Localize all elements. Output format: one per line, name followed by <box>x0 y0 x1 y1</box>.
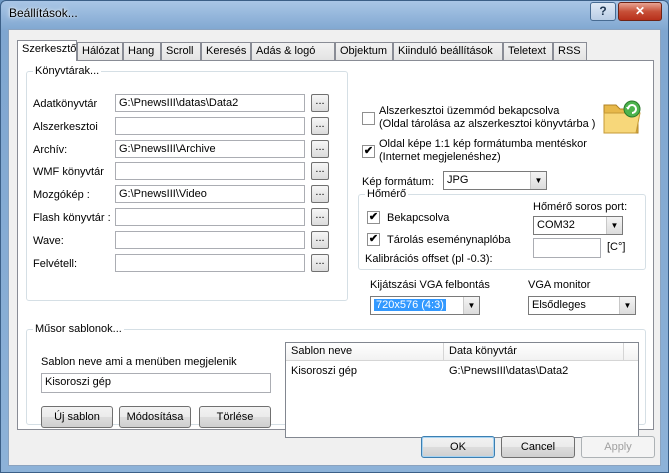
chevron-down-icon: ▼ <box>530 172 546 189</box>
wmf-dir-input[interactable] <box>115 162 305 180</box>
tab-teletext[interactable]: Teletext <box>503 42 553 60</box>
tab-szerkeszto[interactable]: Szerkesztő <box>17 40 77 61</box>
recording-dir-label: Felvétell: <box>33 258 78 270</box>
video-dir-input[interactable]: G:\PnewsIII\Video <box>115 185 305 203</box>
flash-dir-input[interactable] <box>115 208 305 226</box>
vga-resolution-label: Kijátszási VGA felbontás <box>370 279 490 291</box>
thermometer-log-checkbox[interactable]: ✔ <box>367 233 380 246</box>
templates-legend: Műsor sablonok... <box>33 323 124 335</box>
video-dir-browse-button[interactable]: ... <box>311 185 329 203</box>
template-row-dir: G:\PnewsIII\datas\Data2 <box>449 365 569 377</box>
templates-list-header: Sablon neve Data könyvtár <box>286 343 638 361</box>
video-dir-label: Mozgókép : <box>33 189 90 201</box>
cancel-button[interactable]: Cancel <box>501 436 575 458</box>
archive-dir-browse-button[interactable]: ... <box>311 140 329 158</box>
wave-dir-browse-button[interactable]: ... <box>311 231 329 249</box>
tab-kereses[interactable]: Keresés <box>201 42 251 60</box>
save-image-sublabel: (Internet megjelenéshez) <box>379 151 501 163</box>
thermometer-port-label: Hőmérő soros port: <box>533 201 628 213</box>
calibration-label: Kalibrációs offset (pl -0.3): <box>365 253 493 265</box>
thermometer-log-label: Tárolás eseménynaplóba <box>387 234 511 246</box>
chevron-down-icon: ▼ <box>619 297 635 314</box>
ok-button[interactable]: OK <box>421 436 495 458</box>
modify-template-button[interactable]: Módosítása <box>119 406 191 428</box>
vga-resolution-value: 720x576 (4:3) <box>374 299 446 311</box>
image-format-select[interactable]: JPG ▼ <box>443 171 547 190</box>
directories-group: Könyvtárak... Adatkönyvtár G:\PnewsIII\d… <box>26 65 348 301</box>
recording-dir-browse-button[interactable]: ... <box>311 254 329 272</box>
image-format-label: Kép formátum: <box>362 176 435 188</box>
wmf-dir-label: WMF könyvtár <box>33 166 104 178</box>
flash-dir-label: Flash könyvtár : <box>33 212 111 224</box>
subeditor-dir-label: Alszerkesztoi <box>33 121 98 133</box>
templates-group: Műsor sablonok... Sablon neve ami a menü… <box>26 323 646 438</box>
chevron-down-icon: ▼ <box>463 297 479 314</box>
archive-dir-label: Archív: <box>33 144 68 156</box>
wave-dir-label: Wave: <box>33 235 64 247</box>
delete-template-button[interactable]: Törlése <box>199 406 271 428</box>
apply-button[interactable]: Apply <box>581 436 655 458</box>
flash-dir-browse-button[interactable]: ... <box>311 208 329 226</box>
column-template-name[interactable]: Sablon neve <box>286 343 444 361</box>
subeditor-dir-input[interactable] <box>115 117 305 135</box>
subeditor-mode-sublabel: (Oldal tárolása az alszerkesztoi könyvtá… <box>379 118 596 130</box>
tab-rss[interactable]: RSS <box>553 42 587 60</box>
thermometer-port-value: COM32 <box>537 219 575 231</box>
tab-panel-szerkeszto: Könyvtárak... Adatkönyvtár G:\PnewsIII\d… <box>17 60 654 438</box>
wmf-dir-browse-button[interactable]: ... <box>311 162 329 180</box>
dialog-client: Szerkesztő Hálózat Hang Scroll Keresés A… <box>8 29 661 466</box>
thermometer-port-select[interactable]: COM32 ▼ <box>533 216 623 235</box>
tab-hang[interactable]: Hang <box>123 42 161 60</box>
vga-monitor-value: Elsődleges <box>532 299 586 311</box>
subeditor-mode-checkbox[interactable] <box>362 112 375 125</box>
chevron-down-icon: ▼ <box>606 217 622 234</box>
directories-legend: Könyvtárak... <box>33 65 102 77</box>
tab-scroll[interactable]: Scroll <box>161 42 201 60</box>
thermometer-legend: Hőmérő <box>365 188 409 200</box>
subeditor-mode-label: Alszerkesztoi üzemmód bekapcsolva <box>379 105 560 117</box>
template-name-label: Sablon neve ami a menüben megjelenik <box>41 356 237 368</box>
title-bar[interactable]: Beállítások... ? ✕ <box>1 1 668 27</box>
tab-objektum[interactable]: Objektum <box>335 42 393 60</box>
thermometer-group: Hőmérő ✔ Bekapcsolva ✔ Tárolás eseményna… <box>358 188 646 270</box>
new-template-button[interactable]: Új sablon <box>41 406 113 428</box>
template-row-name: Kisoroszi gép <box>291 365 358 377</box>
window-title: Beállítások... <box>9 6 78 20</box>
data-dir-label: Adatkönyvtár <box>33 98 98 110</box>
folder-refresh-icon <box>603 100 641 134</box>
close-button[interactable]: ✕ <box>618 2 662 21</box>
data-dir-input[interactable]: G:\PnewsIII\datas\Data2 <box>115 94 305 112</box>
templates-list[interactable]: Sablon neve Data könyvtár Kisoroszi gép … <box>285 342 639 438</box>
tab-kiindulo-beallitasok[interactable]: Kiinduló beállítások <box>393 42 503 60</box>
tab-halozat[interactable]: Hálózat <box>77 42 123 60</box>
data-dir-browse-button[interactable]: ... <box>311 94 329 112</box>
save-image-label: Oldal képe 1:1 kép formátumba mentéskor <box>379 138 587 150</box>
vga-monitor-label: VGA monitor <box>528 279 591 291</box>
recording-dir-input[interactable] <box>115 254 305 272</box>
thermometer-enabled-label: Bekapcsolva <box>387 212 450 224</box>
vga-resolution-select[interactable]: 720x576 (4:3) ▼ <box>370 296 480 315</box>
archive-dir-input[interactable]: G:\PnewsIII\Archive <box>115 140 305 158</box>
calibration-input[interactable] <box>533 238 601 258</box>
settings-window: Beállítások... ? ✕ Szerkesztő Hálózat Ha… <box>0 0 669 473</box>
temperature-unit-label: [C°] <box>607 241 626 253</box>
thermometer-enabled-checkbox[interactable]: ✔ <box>367 211 380 224</box>
help-button[interactable]: ? <box>590 2 616 21</box>
column-data-dir[interactable]: Data könyvtár <box>444 343 624 361</box>
subeditor-dir-browse-button[interactable]: ... <box>311 117 329 135</box>
image-format-value: JPG <box>447 174 469 186</box>
wave-dir-input[interactable] <box>115 231 305 249</box>
template-name-input[interactable]: Kisoroszi gép <box>41 373 271 393</box>
tab-adas-logo[interactable]: Adás & logó <box>251 42 335 60</box>
save-image-checkbox[interactable]: ✔ <box>362 145 375 158</box>
vga-monitor-select[interactable]: Elsődleges ▼ <box>528 296 636 315</box>
